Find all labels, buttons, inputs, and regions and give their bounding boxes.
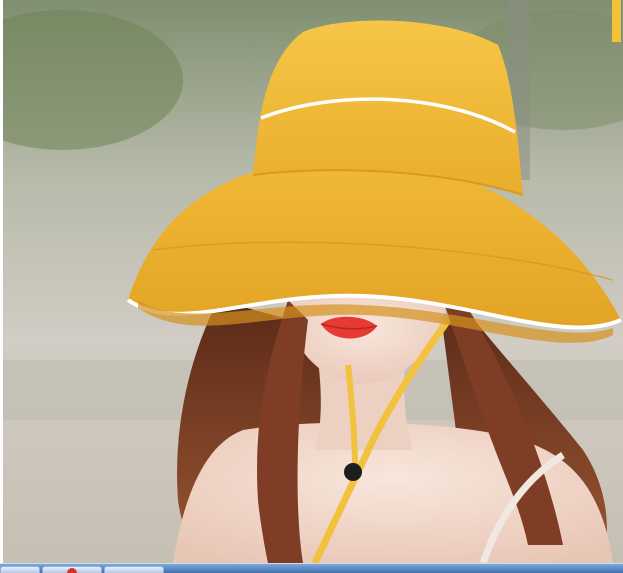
taskbar	[0, 563, 623, 573]
product-photo	[3, 0, 623, 563]
taskbar-button-2[interactable]	[42, 566, 102, 573]
corner-tag	[612, 0, 621, 42]
strap-toggle	[344, 463, 362, 481]
photo-illustration	[3, 0, 623, 563]
taskbar-button-3[interactable]	[104, 566, 164, 573]
browser-icon	[67, 568, 77, 573]
screenshot	[0, 0, 623, 573]
taskbar-button-1[interactable]	[0, 566, 40, 573]
